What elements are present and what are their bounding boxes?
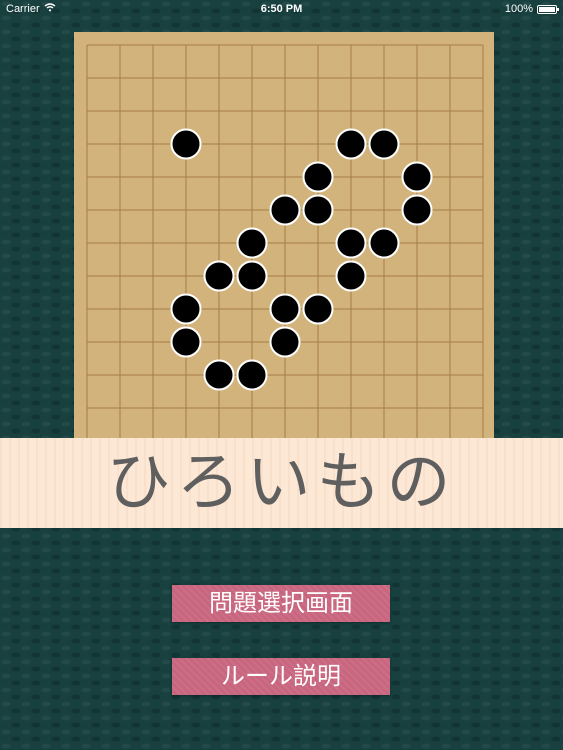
black-stone[interactable] bbox=[302, 161, 334, 193]
black-stone[interactable] bbox=[236, 359, 268, 391]
status-right: 100% bbox=[504, 3, 559, 15]
black-stone[interactable] bbox=[203, 359, 235, 391]
status-bar: Carrier 6:50 PM 100% bbox=[0, 0, 563, 18]
title-band: ひろいもの bbox=[0, 438, 563, 528]
black-stone[interactable] bbox=[269, 194, 301, 226]
black-stone[interactable] bbox=[269, 326, 301, 358]
battery-percent: 100% bbox=[504, 3, 533, 15]
black-stone[interactable] bbox=[170, 293, 202, 325]
black-stone[interactable] bbox=[368, 227, 400, 259]
black-stone[interactable] bbox=[335, 227, 367, 259]
problem-select-button[interactable]: 問題選択画面 bbox=[172, 585, 390, 622]
go-board[interactable] bbox=[74, 32, 494, 444]
black-stone[interactable] bbox=[236, 227, 268, 259]
app-title: ひろいもの bbox=[106, 446, 457, 520]
black-stone[interactable] bbox=[302, 194, 334, 226]
black-stone[interactable] bbox=[236, 260, 268, 292]
status-time: 6:50 PM bbox=[260, 3, 303, 15]
black-stone[interactable] bbox=[401, 194, 433, 226]
board-grid bbox=[86, 44, 484, 444]
black-stone[interactable] bbox=[335, 128, 367, 160]
black-stone[interactable] bbox=[269, 293, 301, 325]
black-stone[interactable] bbox=[170, 128, 202, 160]
rules-button[interactable]: ルール説明 bbox=[172, 658, 390, 695]
black-stone[interactable] bbox=[302, 293, 334, 325]
black-stone[interactable] bbox=[170, 326, 202, 358]
black-stone[interactable] bbox=[368, 128, 400, 160]
battery-fill bbox=[539, 6, 555, 12]
black-stone[interactable] bbox=[401, 161, 433, 193]
black-stone[interactable] bbox=[203, 260, 235, 292]
black-stone[interactable] bbox=[335, 260, 367, 292]
battery-icon bbox=[537, 4, 559, 14]
